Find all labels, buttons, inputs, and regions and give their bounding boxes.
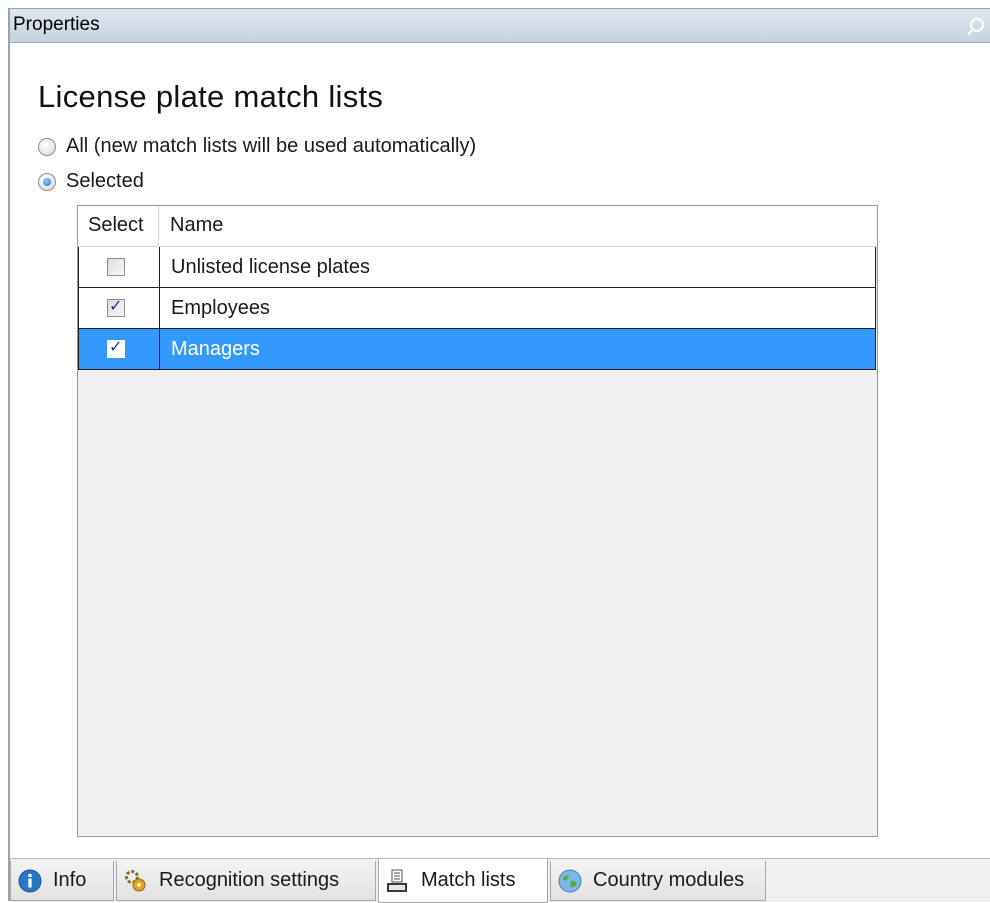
checkmark-icon: ✓	[109, 298, 123, 315]
table-row[interactable]: ✓ Employees	[78, 288, 876, 329]
row-checkbox[interactable]	[107, 258, 125, 276]
radio-all[interactable]: All (new match lists will be used automa…	[38, 135, 476, 158]
select-cell	[79, 247, 160, 287]
column-header-name[interactable]: Name	[170, 214, 223, 237]
globe-icon	[558, 869, 582, 892]
radio-all-button[interactable]	[38, 137, 56, 156]
pin-icon[interactable]	[966, 15, 986, 37]
table-row-selected[interactable]: ✓ Managers	[78, 329, 876, 370]
grid-header: Select Name	[78, 206, 877, 247]
tab-match-lists-label: Match lists	[421, 869, 516, 891]
title-bar: Properties	[10, 9, 990, 43]
info-icon	[18, 869, 42, 892]
tab-match-lists[interactable]: Match lists	[378, 859, 548, 903]
window-title: Properties	[13, 14, 100, 35]
radio-selected-button[interactable]	[38, 172, 56, 191]
row-name: Unlisted license plates	[171, 256, 370, 278]
match-list-grid: Select Name Unlisted license plates ✓ Em…	[77, 205, 878, 837]
tab-country-modules-label: Country modules	[593, 869, 745, 891]
row-checkbox[interactable]: ✓	[107, 339, 125, 358]
table-row[interactable]: Unlisted license plates	[78, 247, 876, 288]
row-checkbox[interactable]: ✓	[107, 298, 125, 317]
radio-selected[interactable]: Selected	[38, 170, 144, 193]
settings-gear-icon	[125, 869, 146, 891]
match-list-icon	[387, 869, 407, 892]
radio-all-label: All (new match lists will be used automa…	[66, 135, 477, 157]
page-title: License plate match lists	[38, 79, 384, 114]
column-header-select[interactable]: Select	[78, 206, 159, 247]
row-name: Managers	[171, 338, 260, 360]
tab-bar: Info Recognition settings Match lists Co…	[10, 858, 990, 903]
select-cell: ✓	[79, 288, 160, 328]
tab-recognition-settings-label: Recognition settings	[159, 869, 340, 891]
select-cell: ✓	[79, 329, 160, 369]
radio-selected-label: Selected	[66, 170, 144, 192]
properties-window: Properties License plate match lists All…	[8, 8, 990, 903]
row-name: Employees	[171, 297, 270, 319]
tab-info-label: Info	[53, 869, 87, 891]
tab-country-modules[interactable]: Country modules	[550, 861, 766, 901]
tab-recognition-settings[interactable]: Recognition settings	[116, 861, 376, 901]
tab-info[interactable]: Info	[10, 861, 114, 901]
checkmark-icon: ✓	[109, 339, 123, 356]
